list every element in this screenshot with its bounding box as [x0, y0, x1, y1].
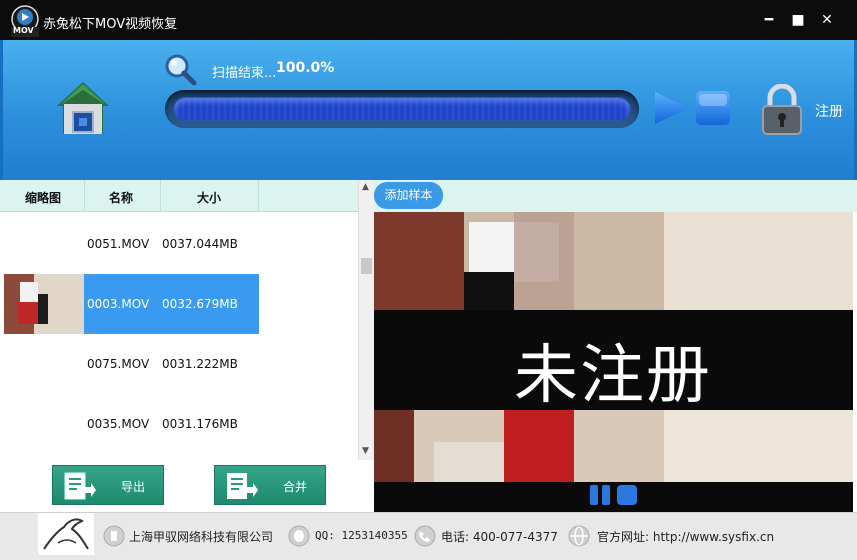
- file-name: 0075.MOV: [87, 357, 150, 371]
- progress-inner: [173, 97, 631, 121]
- qq-icon: [288, 525, 310, 547]
- search-icon: [165, 54, 197, 86]
- phone-icon: [414, 525, 436, 547]
- scroll-down-icon[interactable]: ▼: [362, 446, 369, 456]
- file-size: 0031.176MB: [162, 417, 238, 431]
- logo-badge: MOV: [13, 26, 34, 35]
- qq-number: QQ: 1253140355: [315, 529, 408, 542]
- phone-number: 电话: 400-077-4377: [441, 530, 558, 544]
- globe-icon: [568, 525, 590, 547]
- table-row[interactable]: 0051.MOV 0037.044MB: [0, 214, 358, 274]
- home-icon[interactable]: [55, 80, 111, 136]
- file-table-header: 缩略图 名称 大小: [0, 180, 358, 212]
- minimize-button[interactable]: ━: [761, 12, 777, 28]
- unregistered-watermark: 未注册: [514, 339, 712, 413]
- video-preview: 未注册: [374, 212, 853, 512]
- file-name: 0003.MOV: [87, 297, 150, 311]
- company-name: 上海甲驭网络科技有限公司: [129, 530, 274, 544]
- file-size: 0037.044MB: [162, 237, 238, 251]
- pause-icon[interactable]: [588, 484, 612, 506]
- header-panel: 扫描结束... 100.0% 注册: [0, 40, 857, 180]
- company-icon: [103, 525, 125, 547]
- export-label: 导出: [121, 480, 146, 494]
- scroll-thumb[interactable]: [361, 258, 372, 274]
- play-icon[interactable]: [653, 88, 691, 128]
- merge-label: 合并: [283, 480, 308, 494]
- column-thumbnail[interactable]: 缩略图: [25, 189, 61, 206]
- column-separator: [258, 180, 259, 212]
- column-name[interactable]: 名称: [109, 189, 133, 206]
- file-name: 0051.MOV: [87, 237, 150, 251]
- column-separator: [160, 180, 161, 212]
- table-row[interactable]: 0035.MOV 0031.176MB: [0, 394, 358, 454]
- horse-logo-icon: [38, 513, 94, 555]
- progress-fill: [174, 98, 630, 120]
- website-link[interactable]: 官方网址: http://www.sysfix.cn: [597, 528, 774, 545]
- scan-status-text: 扫描结束...: [212, 66, 277, 81]
- export-button[interactable]: 导出: [52, 465, 164, 505]
- table-row[interactable]: 0075.MOV 0031.222MB: [0, 334, 358, 394]
- action-bar: 导出 合并: [0, 460, 374, 512]
- export-icon: [64, 472, 96, 500]
- footer-bar: 上海甲驭网络科技有限公司 QQ: 1253140355 电话: 400-077-…: [0, 512, 857, 560]
- preview-header: [374, 180, 857, 212]
- list-scrollbar[interactable]: ▲ ▼: [358, 180, 374, 460]
- scan-progress-bar: [165, 90, 639, 128]
- scan-percent: 100.0%: [276, 60, 335, 76]
- column-separator: [84, 180, 85, 212]
- column-size[interactable]: 大小: [197, 189, 221, 206]
- merge-button[interactable]: 合并: [214, 465, 326, 505]
- file-size: 0031.222MB: [162, 357, 238, 371]
- title-bar: MOV 赤兔松下MOV视频恢复 ━ ■ ✕: [0, 0, 857, 40]
- maximize-button[interactable]: ■: [790, 12, 806, 28]
- file-name: 0035.MOV: [87, 417, 150, 431]
- scroll-up-icon[interactable]: ▲: [362, 182, 369, 192]
- add-sample-button[interactable]: 添加样本: [374, 182, 443, 209]
- close-button[interactable]: ✕: [819, 12, 835, 28]
- stop-playback-icon[interactable]: [616, 484, 638, 506]
- stop-icon[interactable]: [695, 90, 731, 126]
- lock-icon[interactable]: [759, 84, 805, 136]
- merge-icon: [227, 473, 258, 499]
- table-row-selected[interactable]: 0003.MOV 0032.679MB: [0, 274, 358, 334]
- video-thumbnail: [4, 274, 84, 334]
- register-link[interactable]: 注册: [815, 101, 843, 121]
- file-size: 0032.679MB: [162, 297, 238, 311]
- window-title: 赤兔松下MOV视频恢复: [43, 17, 178, 32]
- file-list: 0051.MOV 0037.044MB 0003.MOV 0032.679MB …: [0, 212, 358, 460]
